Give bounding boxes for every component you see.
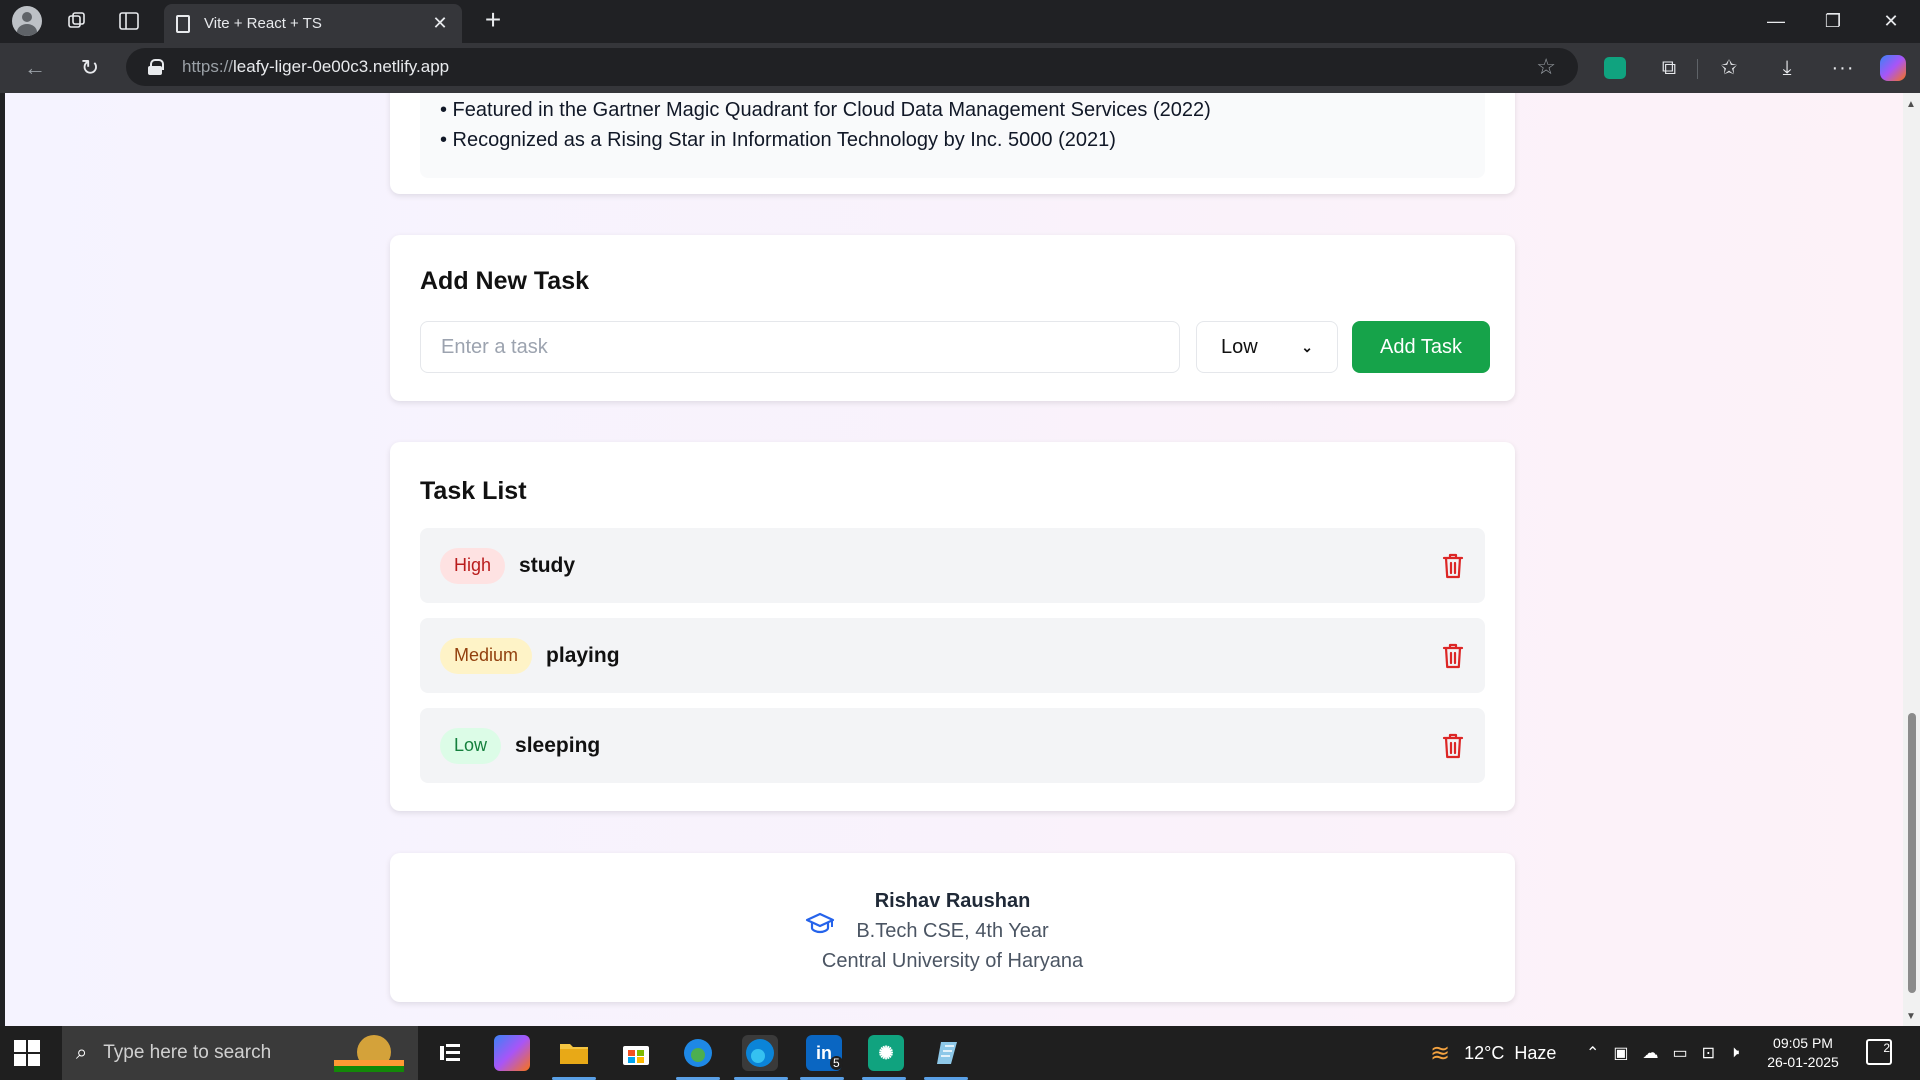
copilot-taskbar-icon[interactable]: [494, 1035, 530, 1071]
priority-badge-medium: Medium: [440, 637, 533, 674]
tab-title: Vite + React + TS: [204, 15, 322, 32]
file-explorer-icon[interactable]: [556, 1035, 592, 1071]
task-list-heading: Task List: [420, 477, 527, 505]
chatgpt-extension-icon[interactable]: [1600, 53, 1630, 83]
address-bar[interactable]: https://leafy-liger-0e00c3.netlify.app ☆: [126, 48, 1578, 86]
search-highlight-icon[interactable]: [326, 1030, 412, 1076]
search-icon: ⌕: [76, 1041, 88, 1064]
profile-avatar-icon[interactable]: [12, 6, 42, 36]
restore-icon[interactable]: ❐: [1818, 8, 1848, 34]
award-item: • Featured in the Gartner Magic Quadrant…: [440, 99, 1211, 121]
task-row: Medium playing: [420, 618, 1485, 693]
priority-badge-high: High: [440, 547, 506, 584]
weather-widget[interactable]: ≋ 12°C Haze: [1430, 1026, 1556, 1080]
task-row: Low sleeping: [420, 708, 1485, 783]
url-host: leafy-liger-0e00c3.netlify.app: [233, 57, 450, 76]
trash-icon[interactable]: [1441, 642, 1465, 670]
clock-date: 26-01-2025: [1767, 1054, 1839, 1070]
browser-titlebar: Vite + React + TS ✕ + — ❐ ✕: [0, 0, 1920, 43]
awards-list: • Featured in the Gartner Magic Quadrant…: [420, 93, 1485, 178]
volume-muted-icon[interactable]: 🕨: [1729, 1044, 1739, 1062]
tab-close-icon[interactable]: ✕: [430, 13, 450, 34]
chevron-up-icon[interactable]: ⌃: [1586, 1043, 1599, 1063]
task-text: sleeping: [515, 733, 601, 757]
network-icon[interactable]: ⊡: [1702, 1043, 1715, 1063]
onedrive-cloud-icon[interactable]: ☁: [1643, 1043, 1659, 1063]
weather-desc: Haze: [1514, 1042, 1557, 1063]
windows-start-icon[interactable]: [14, 1040, 40, 1066]
linkedin-badge: 5: [830, 1056, 843, 1070]
windows-taskbar: ⌕ Type here to search in 5 ✺ ≋ 12°C Haze…: [0, 1026, 1920, 1080]
add-task-card: Add New Task Low ⌄ Add Task: [390, 235, 1515, 401]
browser-tab-active[interactable]: Vite + React + TS ✕: [164, 4, 462, 43]
microsoft-store-icon[interactable]: [618, 1035, 654, 1071]
url-text[interactable]: https://leafy-liger-0e00c3.netlify.app: [182, 57, 1536, 77]
task-text: study: [519, 553, 576, 577]
clock-time: 09:05 PM: [1773, 1035, 1833, 1051]
chevron-down-icon: ⌄: [1301, 338, 1313, 355]
page-icon: [176, 14, 190, 33]
priority-select[interactable]: Low ⌄: [1196, 321, 1338, 373]
vertical-tabs-icon[interactable]: [114, 6, 144, 36]
notepad-icon[interactable]: [930, 1035, 966, 1071]
task-view-icon[interactable]: [432, 1035, 468, 1071]
footer-card: Rishav Raushan B.Tech CSE, 4th Year Cent…: [390, 853, 1515, 1002]
scrollbar-thumb[interactable]: [1908, 713, 1916, 993]
page-scrollbar[interactable]: ▲ ▼: [1903, 93, 1920, 1026]
extensions-puzzle-icon[interactable]: ⧉: [1654, 53, 1684, 83]
author-name: Rishav Raushan: [874, 890, 1031, 912]
awards-card: • Featured in the Gartner Magic Quadrant…: [390, 93, 1515, 194]
weather-temp: 12°C: [1464, 1042, 1505, 1063]
search-placeholder: Type here to search: [103, 1042, 272, 1063]
priority-badge-low: Low: [440, 727, 502, 764]
edge-browser-icon[interactable]: [742, 1035, 778, 1071]
page-viewport: • Featured in the Gartner Magic Quadrant…: [5, 93, 1903, 1026]
url-scheme: https://: [182, 57, 234, 76]
task-row: High study: [420, 528, 1485, 603]
downloads-icon[interactable]: ⤓: [1772, 53, 1802, 83]
scroll-down-icon[interactable]: ▼: [1906, 1011, 1916, 1022]
battery-icon[interactable]: ▭: [1673, 1043, 1688, 1063]
toolbar-divider: [1697, 59, 1698, 79]
author-program: B.Tech CSE, 4th Year: [856, 920, 1049, 942]
favorite-star-icon[interactable]: ☆: [1536, 54, 1556, 80]
task-input[interactable]: [420, 321, 1180, 373]
edge-profile-icon[interactable]: [680, 1035, 716, 1071]
weather-haze-icon: ≋: [1430, 1039, 1451, 1067]
reload-icon[interactable]: ↻: [74, 52, 106, 84]
copilot-icon[interactable]: [1878, 53, 1908, 83]
trash-icon[interactable]: [1441, 732, 1465, 760]
add-task-button[interactable]: Add Task: [1352, 321, 1490, 373]
window-close-icon[interactable]: ✕: [1876, 8, 1906, 34]
trash-icon[interactable]: [1441, 552, 1465, 580]
more-options-icon[interactable]: ···: [1828, 53, 1858, 83]
system-tray: ⌃ ▣ ☁ ▭ ⊡ 🕨: [1586, 1026, 1739, 1080]
minimize-icon[interactable]: —: [1761, 8, 1791, 34]
footer-info: Rishav Raushan B.Tech CSE, 4th Year Cent…: [390, 886, 1515, 976]
award-item: • Recognized as a Rising Star in Informa…: [440, 129, 1116, 151]
workspaces-icon[interactable]: [62, 6, 92, 36]
back-arrow-icon[interactable]: ←: [19, 52, 51, 84]
chatgpt-icon[interactable]: ✺: [868, 1035, 904, 1071]
author-university: Central University of Haryana: [821, 950, 1084, 972]
lock-icon[interactable]: [148, 59, 164, 75]
notification-count: 2: [1883, 1041, 1890, 1055]
priority-select-value: Low: [1221, 335, 1258, 358]
task-list-card: Task List High study Medium playing Low …: [390, 442, 1515, 811]
task-text: playing: [546, 643, 620, 667]
favorites-icon[interactable]: ✩: [1714, 53, 1744, 83]
new-tab-button[interactable]: +: [478, 6, 508, 36]
browser-toolbar: ← ↻ https://leafy-liger-0e00c3.netlify.a…: [0, 43, 1920, 93]
clock[interactable]: 09:05 PM 26-01-2025: [1766, 1034, 1840, 1072]
add-task-heading: Add New Task: [420, 267, 590, 295]
scroll-up-icon[interactable]: ▲: [1906, 99, 1916, 110]
meet-now-icon[interactable]: ▣: [1613, 1043, 1628, 1063]
notification-center-icon[interactable]: 2: [1866, 1039, 1892, 1065]
